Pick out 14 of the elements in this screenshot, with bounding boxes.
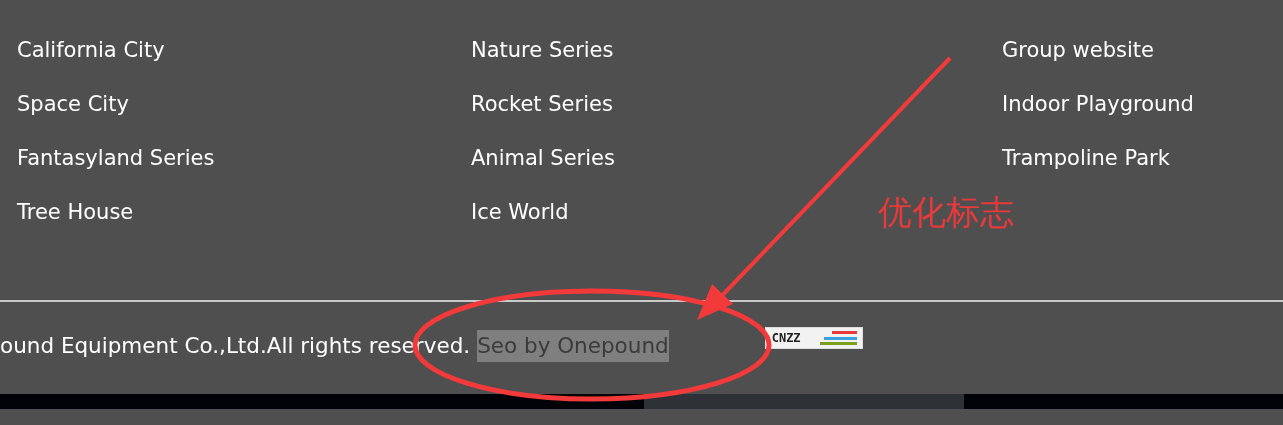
footer-link[interactable]: Group website [1002,35,1154,65]
footer-link[interactable]: Rocket Series [471,89,613,119]
footer-link[interactable]: California City [17,35,165,65]
stats-badge[interactable]: CNZZ [764,327,863,349]
footer-link[interactable]: Trampoline Park [1002,143,1170,173]
footer-link[interactable]: Ice World [471,197,569,227]
footer-link[interactable]: Space City [17,89,129,119]
bars-icon [819,330,858,346]
footer-link[interactable]: Indoor Playground [1002,89,1194,119]
footer-link[interactable]: Fantasyland Series [17,143,215,173]
footer-link[interactable]: Nature Series [471,35,614,65]
footer-link[interactable]: Animal Series [471,143,615,173]
footer-link[interactable]: Tree House [17,197,134,227]
annotation-label: 优化标志 [878,191,1014,234]
